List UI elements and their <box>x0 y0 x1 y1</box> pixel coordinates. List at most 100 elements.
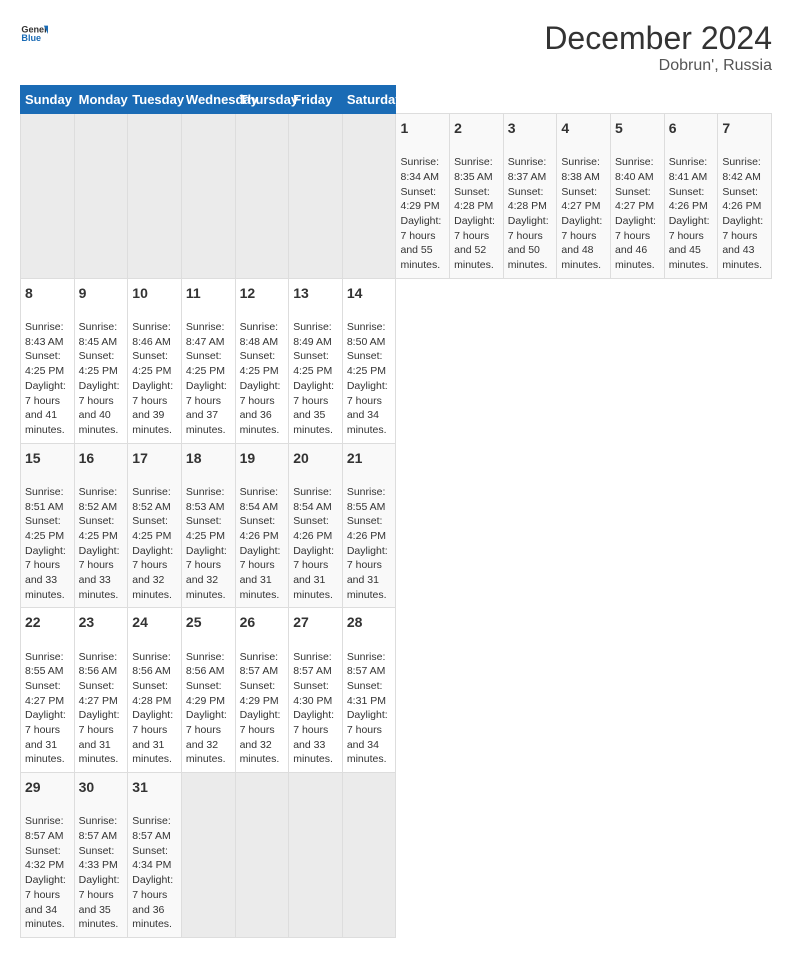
sunrise-text: Sunrise: 8:51 AM <box>25 486 64 513</box>
calendar-cell: 26Sunrise: 8:57 AMSunset: 4:29 PMDayligh… <box>235 608 289 773</box>
calendar-cell: 17Sunrise: 8:52 AMSunset: 4:25 PMDayligh… <box>128 443 182 608</box>
sunrise-text: Sunrise: 8:55 AM <box>347 486 386 513</box>
day-number: 9 <box>79 284 124 304</box>
sunrise-text: Sunrise: 8:49 AM <box>293 321 332 348</box>
day-number: 1 <box>400 119 445 139</box>
calendar-cell <box>181 114 235 279</box>
daylight-text: Daylight: 7 hours and 33 minutes. <box>25 545 66 601</box>
calendar-cell <box>289 114 343 279</box>
header-day-saturday: Saturday <box>342 86 396 114</box>
day-number: 26 <box>240 613 285 633</box>
sunset-text: Sunset: 4:25 PM <box>293 350 332 377</box>
day-number: 24 <box>132 613 177 633</box>
day-number: 14 <box>347 284 392 304</box>
day-number: 15 <box>25 449 70 469</box>
sunrise-text: Sunrise: 8:57 AM <box>293 651 332 678</box>
daylight-text: Daylight: 7 hours and 43 minutes. <box>722 215 763 271</box>
sunset-text: Sunset: 4:27 PM <box>79 680 118 707</box>
logo-icon: General Blue <box>20 20 48 48</box>
daylight-text: Daylight: 7 hours and 50 minutes. <box>508 215 549 271</box>
calendar-cell <box>181 773 235 938</box>
daylight-text: Daylight: 7 hours and 32 minutes. <box>132 545 173 601</box>
sunset-text: Sunset: 4:25 PM <box>25 350 64 377</box>
title-block: December 2024 Dobrun', Russia <box>544 20 772 75</box>
sunrise-text: Sunrise: 8:56 AM <box>132 651 171 678</box>
calendar-cell <box>289 773 343 938</box>
header-day-sunday: Sunday <box>21 86 75 114</box>
calendar-cell: 18Sunrise: 8:53 AMSunset: 4:25 PMDayligh… <box>181 443 235 608</box>
sunrise-text: Sunrise: 8:57 AM <box>240 651 279 678</box>
daylight-text: Daylight: 7 hours and 40 minutes. <box>79 380 120 436</box>
sunset-text: Sunset: 4:26 PM <box>347 515 386 542</box>
sunset-text: Sunset: 4:25 PM <box>186 350 225 377</box>
sunrise-text: Sunrise: 8:42 AM <box>722 156 761 183</box>
day-number: 20 <box>293 449 338 469</box>
daylight-text: Daylight: 7 hours and 34 minutes. <box>25 874 66 930</box>
day-number: 19 <box>240 449 285 469</box>
sunrise-text: Sunrise: 8:34 AM <box>400 156 439 183</box>
calendar-cell: 23Sunrise: 8:56 AMSunset: 4:27 PMDayligh… <box>74 608 128 773</box>
sunset-text: Sunset: 4:29 PM <box>240 680 279 707</box>
calendar-cell: 14Sunrise: 8:50 AMSunset: 4:25 PMDayligh… <box>342 278 396 443</box>
calendar-cell <box>128 114 182 279</box>
sunset-text: Sunset: 4:26 PM <box>669 186 708 213</box>
sunset-text: Sunset: 4:29 PM <box>400 186 439 213</box>
daylight-text: Daylight: 7 hours and 52 minutes. <box>454 215 495 271</box>
sunset-text: Sunset: 4:28 PM <box>132 680 171 707</box>
calendar-cell <box>342 114 396 279</box>
sunset-text: Sunset: 4:29 PM <box>186 680 225 707</box>
calendar-cell: 22Sunrise: 8:55 AMSunset: 4:27 PMDayligh… <box>21 608 75 773</box>
day-number: 31 <box>132 778 177 798</box>
day-number: 29 <box>25 778 70 798</box>
day-number: 23 <box>79 613 124 633</box>
sunrise-text: Sunrise: 8:38 AM <box>561 156 600 183</box>
day-number: 11 <box>186 284 231 304</box>
daylight-text: Daylight: 7 hours and 55 minutes. <box>400 215 441 271</box>
calendar-cell: 5Sunrise: 8:40 AMSunset: 4:27 PMDaylight… <box>611 114 665 279</box>
sunrise-text: Sunrise: 8:46 AM <box>132 321 171 348</box>
header-day-wednesday: Wednesday <box>181 86 235 114</box>
sunset-text: Sunset: 4:31 PM <box>347 680 386 707</box>
calendar-cell: 6Sunrise: 8:41 AMSunset: 4:26 PMDaylight… <box>664 114 718 279</box>
sunset-text: Sunset: 4:33 PM <box>79 845 118 872</box>
calendar-cell: 1 Sunrise: 8:34 AM Sunset: 4:29 PMDaylight… <box>396 114 450 279</box>
svg-text:Blue: Blue <box>21 33 41 43</box>
sunrise-text: Sunrise: 8:57 AM <box>132 815 171 842</box>
daylight-text: Daylight: 7 hours and 33 minutes. <box>293 709 334 765</box>
sunrise-text: Sunrise: 8:48 AM <box>240 321 279 348</box>
calendar-cell: 12Sunrise: 8:48 AMSunset: 4:25 PMDayligh… <box>235 278 289 443</box>
daylight-text: Daylight: 7 hours and 34 minutes. <box>347 709 388 765</box>
day-number: 12 <box>240 284 285 304</box>
calendar-cell: 15Sunrise: 8:51 AMSunset: 4:25 PMDayligh… <box>21 443 75 608</box>
sunrise-text: Sunrise: 8:56 AM <box>186 651 225 678</box>
day-number: 7 <box>722 119 767 139</box>
calendar-table: SundayMondayTuesdayWednesdayThursdayFrid… <box>20 85 772 938</box>
day-number: 4 <box>561 119 606 139</box>
calendar-cell: 25Sunrise: 8:56 AMSunset: 4:29 PMDayligh… <box>181 608 235 773</box>
calendar-cell <box>74 114 128 279</box>
daylight-text: Daylight: 7 hours and 31 minutes. <box>132 709 173 765</box>
daylight-text: Daylight: 7 hours and 45 minutes. <box>669 215 710 271</box>
header-day-thursday: Thursday <box>235 86 289 114</box>
day-number: 28 <box>347 613 392 633</box>
day-number: 3 <box>508 119 553 139</box>
day-number: 21 <box>347 449 392 469</box>
daylight-text: Daylight: 7 hours and 39 minutes. <box>132 380 173 436</box>
day-number: 27 <box>293 613 338 633</box>
calendar-cell: 13Sunrise: 8:49 AMSunset: 4:25 PMDayligh… <box>289 278 343 443</box>
daylight-text: Daylight: 7 hours and 31 minutes. <box>347 545 388 601</box>
calendar-cell: 28Sunrise: 8:57 AMSunset: 4:31 PMDayligh… <box>342 608 396 773</box>
daylight-text: Daylight: 7 hours and 37 minutes. <box>186 380 227 436</box>
daylight-text: Daylight: 7 hours and 35 minutes. <box>293 380 334 436</box>
sunset-text: Sunset: 4:25 PM <box>132 515 171 542</box>
sunrise-text: Sunrise: 8:40 AM <box>615 156 654 183</box>
day-number: 22 <box>25 613 70 633</box>
sunset-text: Sunset: 4:25 PM <box>79 515 118 542</box>
day-number: 16 <box>79 449 124 469</box>
daylight-text: Daylight: 7 hours and 46 minutes. <box>615 215 656 271</box>
sunrise-text: Sunrise: 8:52 AM <box>132 486 171 513</box>
header-day-monday: Monday <box>74 86 128 114</box>
calendar-cell: 4Sunrise: 8:38 AMSunset: 4:27 PMDaylight… <box>557 114 611 279</box>
day-number: 5 <box>615 119 660 139</box>
sunset-text: Sunset: 4:26 PM <box>240 515 279 542</box>
